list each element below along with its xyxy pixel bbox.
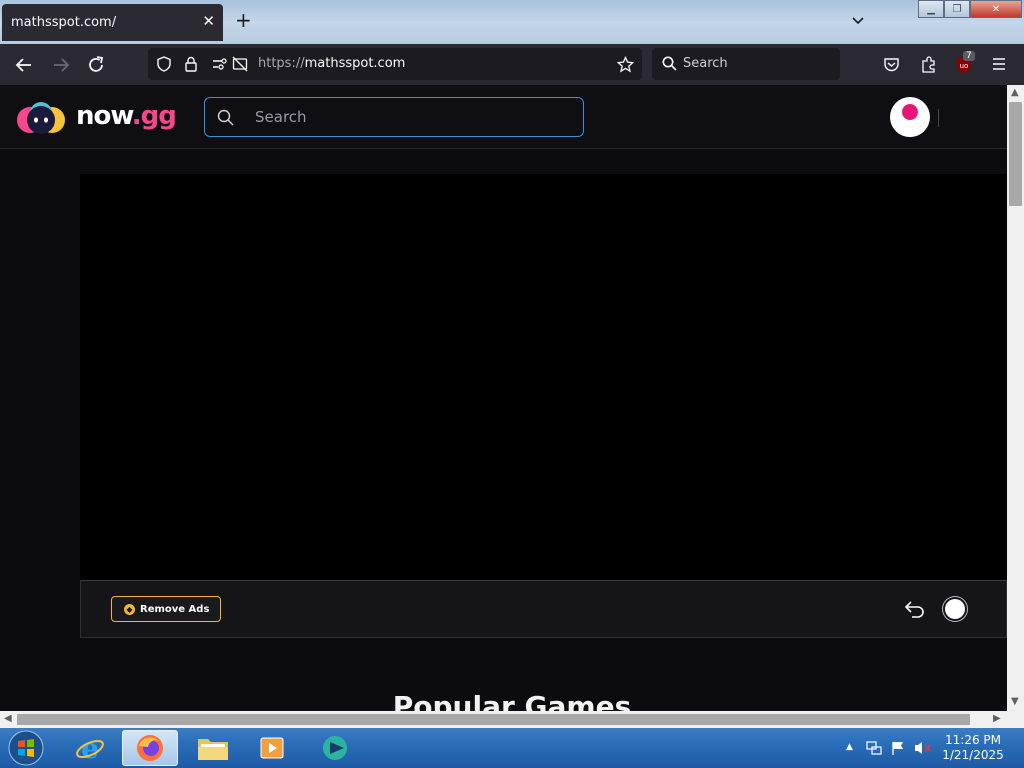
extensions-icon[interactable] [920,55,938,73]
popular-games-heading: Popular Games [392,690,632,712]
header-divider [938,109,939,127]
taskbar-firefox[interactable] [122,730,178,766]
user-avatar[interactable] [890,97,930,137]
record-button[interactable] [945,599,965,619]
site-search-input[interactable] [255,106,555,128]
user-icon [895,104,925,137]
page-viewport: now.gg ◆ Remove Ads Popul [0,85,1007,712]
clock-time: 11:26 PM [945,733,1001,747]
bookmark-star-icon[interactable] [617,56,634,73]
browser-search-bar[interactable]: Search [652,48,840,80]
start-orb-icon[interactable] [6,729,46,767]
reload-icon[interactable] [85,54,107,76]
url-text: https://mathsspot.com [258,56,405,71]
app-icon [323,736,347,760]
tab-close-icon[interactable]: ✕ [202,12,215,30]
scroll-down-icon[interactable]: ▼ [1011,696,1019,707]
lock-icon[interactable] [184,56,198,72]
volume-muted-icon[interactable] [914,740,932,756]
site-search-box[interactable] [204,97,584,137]
browser-tab[interactable]: mathsspot.com/ ✕ [2,4,223,41]
minimize-button[interactable]: ▁ [918,0,944,18]
remove-ads-icon: ◆ [124,603,135,615]
permissions-icon[interactable] [212,57,228,71]
browser-tab-strip: mathsspot.com/ ✕ + ▁ ❐ ✕ [0,0,1024,44]
forward-icon[interactable] [50,54,72,76]
taskbar-clock[interactable]: 11:26 PM 1/21/2025 [932,733,1014,763]
back-icon[interactable] [13,54,35,76]
maximize-button[interactable]: ❐ [944,0,970,18]
pocket-icon[interactable] [883,56,900,73]
folder-icon [198,739,228,760]
logo-text-accent: .gg [131,101,177,131]
shield-icon[interactable] [156,56,172,72]
menu-icon[interactable] [991,57,1007,71]
svg-text:uo: uo [960,62,969,70]
url-domain: mathsspot.com [304,56,406,71]
site-header: now.gg [0,85,1007,149]
game-control-bar: ◆ Remove Ads [80,580,1007,638]
list-all-tabs-icon[interactable] [850,12,866,28]
tracking-protection-icon[interactable] [232,56,248,72]
remove-ads-label: Remove Ads [140,603,210,615]
undo-arrow-icon[interactable] [903,598,927,620]
new-tab-button[interactable]: + [235,10,252,30]
taskbar-file-explorer[interactable] [185,730,241,766]
action-center-flag-icon[interactable] [890,740,906,756]
url-bar[interactable]: https://mathsspot.com [148,48,642,80]
site-logo-text[interactable]: now.gg [76,101,177,131]
browser-nav-bar: https://mathsspot.com Search uo 7 [0,44,1024,85]
taskbar-media-player[interactable] [244,730,300,766]
game-frame[interactable] [80,174,1007,580]
taskbar-app[interactable] [309,730,365,766]
scroll-right-icon[interactable]: ▶ [993,713,1001,724]
logo-text-main: now [76,101,133,131]
search-icon [217,109,234,126]
remove-ads-button[interactable]: ◆ Remove Ads [111,596,221,622]
windows-taskbar: e ▲ 11:26 PM 1/21/2025 [0,728,1024,768]
window-controls: ▁ ❐ ✕ [918,0,1022,18]
show-hidden-icons[interactable]: ▲ [846,742,853,752]
extension-badge: 7 [963,51,975,61]
scroll-left-icon[interactable]: ◀ [4,713,12,724]
url-prefix: https:// [258,56,305,71]
internet-explorer-icon: e [76,732,104,764]
vertical-scroll-thumb[interactable] [1009,102,1022,206]
media-player-icon [260,737,284,759]
firefox-icon [137,735,163,761]
taskbar-internet-explorer[interactable]: e [62,730,118,766]
browser-search-placeholder: Search [683,56,728,71]
horizontal-scroll-thumb[interactable] [17,714,970,725]
network-icon[interactable] [866,740,882,756]
scroll-up-icon[interactable]: ▲ [1011,87,1019,98]
tab-title: mathsspot.com/ [11,15,117,30]
svg-text:e: e [81,732,99,764]
clock-date: 1/21/2025 [942,748,1004,762]
horizontal-scrollbar[interactable]: ◀ ▶ [0,711,1007,728]
search-icon [662,56,677,71]
scrollbar-corner [1007,711,1024,728]
now-gg-logo-icon[interactable] [16,99,68,137]
close-window-button[interactable]: ✕ [970,0,1022,18]
vertical-scrollbar[interactable]: ▲ ▼ [1007,85,1024,712]
